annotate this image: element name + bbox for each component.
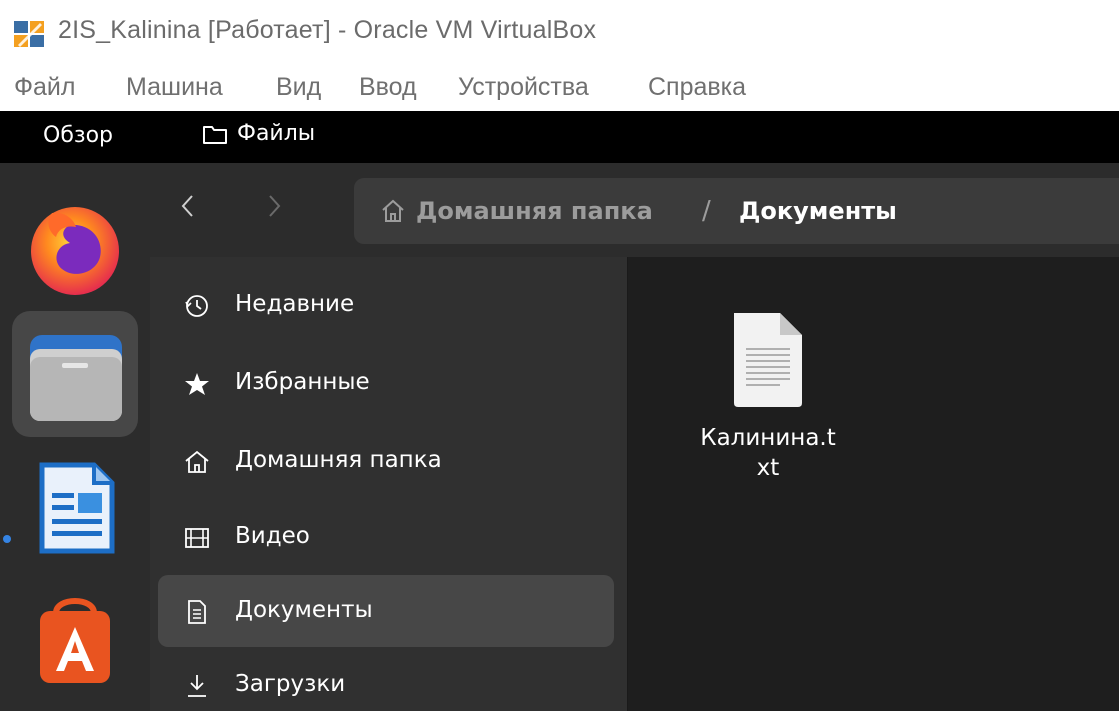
- sidebar: Недавние Избранные Домашняя папка Видео: [150, 257, 628, 711]
- dock-item-firefox[interactable]: [12, 185, 138, 311]
- breadcrumb-separator: /: [702, 196, 711, 226]
- virtualbox-logo-icon: [12, 17, 46, 49]
- download-icon: [188, 675, 206, 697]
- file-item[interactable]: Калинина.t xt: [678, 309, 858, 489]
- sidebar-item-documents[interactable]: Документы: [158, 575, 614, 647]
- home-icon: [185, 450, 209, 473]
- path-bar: Домашняя папка / Документы: [354, 178, 1119, 244]
- dock-item-files[interactable]: [12, 311, 138, 437]
- breadcrumb-home[interactable]: Домашняя папка: [380, 197, 653, 225]
- forward-button[interactable]: [258, 191, 290, 231]
- guest-top-bar: Обзор Файлы: [0, 111, 1119, 163]
- breadcrumb-home-label: Домашняя папка: [416, 197, 653, 225]
- sidebar-item-videos[interactable]: Видео: [158, 501, 614, 573]
- firefox-icon: [31, 207, 119, 295]
- activities-button[interactable]: Обзор: [43, 123, 113, 148]
- menu-machine[interactable]: Машина: [126, 73, 223, 102]
- files-window: Домашняя папка / Документы Недавние Избр…: [150, 163, 1119, 711]
- app-menu-label: Файлы: [237, 121, 316, 146]
- host-menu-bar: Файл Машина Вид Ввод Устройства Справка: [0, 63, 1119, 111]
- sidebar-item-recent[interactable]: Недавние: [158, 269, 614, 341]
- sidebar-item-starred[interactable]: Избранные: [158, 347, 614, 419]
- running-indicator: [3, 535, 11, 543]
- sidebar-item-label: Документы: [235, 597, 373, 623]
- header-bar: Домашняя папка / Документы: [150, 163, 1119, 257]
- files-icon: [30, 335, 122, 421]
- sidebar-item-label: Домашняя папка: [235, 447, 442, 473]
- menu-devices[interactable]: Устройства: [458, 73, 589, 102]
- film-icon: [185, 528, 209, 548]
- back-button[interactable]: [172, 191, 204, 231]
- sidebar-item-downloads[interactable]: Загрузки: [158, 649, 614, 721]
- dock-item-app-center[interactable]: [12, 571, 138, 697]
- app-center-icon: [40, 598, 110, 683]
- home-icon: [382, 199, 404, 222]
- sidebar-item-label: Недавние: [235, 291, 355, 317]
- folder-icon: [203, 125, 227, 144]
- file-view: Калинина.t xt: [628, 257, 1119, 711]
- star-icon: [185, 373, 209, 395]
- writer-icon: [39, 462, 115, 554]
- text-file-icon: [734, 313, 802, 407]
- breadcrumb-current[interactable]: Документы: [739, 197, 897, 225]
- menu-help[interactable]: Справка: [648, 73, 746, 102]
- chevron-right-icon: [269, 195, 281, 217]
- sidebar-item-home[interactable]: Домашняя папка: [158, 425, 614, 497]
- clock-icon: [185, 295, 208, 317]
- host-title-bar: 2IS_Kalinina [Работает] - Oracle VM Virt…: [0, 0, 1119, 63]
- dock: [0, 163, 150, 711]
- document-icon: [188, 600, 206, 624]
- window-title: 2IS_Kalinina [Работает] - Oracle VM Virt…: [58, 16, 597, 44]
- menu-view[interactable]: Вид: [276, 73, 321, 102]
- menu-file[interactable]: Файл: [14, 73, 75, 102]
- menu-input[interactable]: Ввод: [359, 73, 417, 102]
- chevron-left-icon: [181, 195, 193, 217]
- sidebar-item-label: Загрузки: [235, 671, 346, 697]
- sidebar-item-label: Видео: [235, 523, 310, 549]
- dock-item-writer[interactable]: [12, 443, 138, 569]
- file-name: Калинина.t xt: [700, 425, 836, 481]
- app-menu[interactable]: Файлы: [202, 121, 315, 146]
- sidebar-item-label: Избранные: [235, 369, 370, 395]
